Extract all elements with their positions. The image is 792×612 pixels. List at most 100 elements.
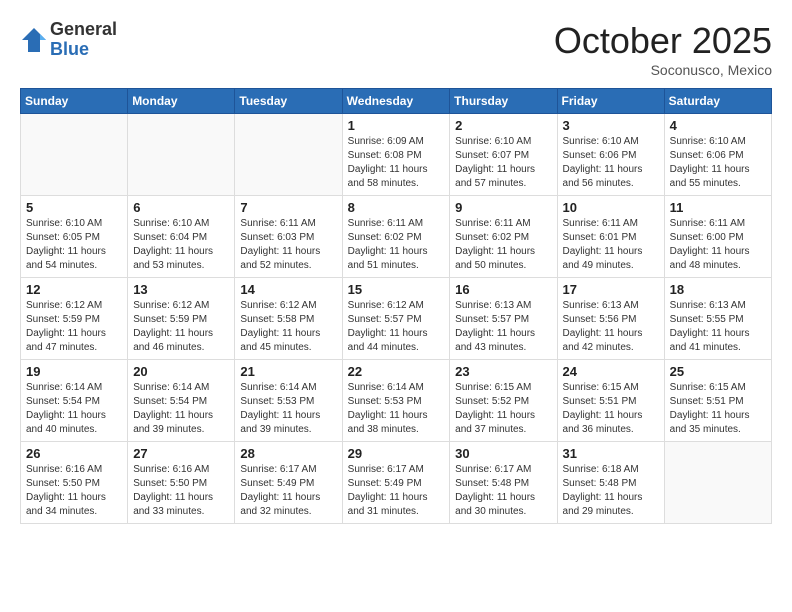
day-number: 1 [348,118,445,133]
day-info: Sunrise: 6:09 AM Sunset: 6:08 PM Dayligh… [348,135,445,191]
calendar-cell: 17 Sunrise: 6:13 AM Sunset: 5:56 PM Dayli… [557,278,664,360]
day-number: 10 [563,200,659,215]
day-info: Sunrise: 6:11 AM Sunset: 6:01 PM Dayligh… [563,217,659,273]
day-number: 9 [455,200,551,215]
day-info: Sunrise: 6:11 AM Sunset: 6:02 PM Dayligh… [455,217,551,273]
day-number: 23 [455,364,551,379]
day-info: Sunrise: 6:10 AM Sunset: 6:04 PM Dayligh… [133,217,229,273]
day-number: 12 [26,282,122,297]
calendar-week-row: 26Sunrise: 6:16 AM Sunset: 5:50 PM Dayli… [21,442,772,524]
day-number: 21 [240,364,336,379]
day-info: Sunrise: 6:10 AM Sunset: 6:07 PM Dayligh… [455,135,551,191]
day-number: 8 [348,200,445,215]
day-number: 6 [133,200,229,215]
day-info: Sunrise: 6:13 AM Sunset: 5:56 PM Dayligh… [563,299,659,355]
calendar-cell [235,114,342,196]
calendar-cell: 1 Sunrise: 6:09 AM Sunset: 6:08 PM Daylig… [342,114,450,196]
day-info: Sunrise: 6:14 AM Sunset: 5:54 PM Dayligh… [26,381,122,437]
weekday-header-friday: Friday [557,89,664,114]
day-info: Sunrise: 6:15 AM Sunset: 5:51 PM Dayligh… [563,381,659,437]
calendar-cell: 4 Sunrise: 6:10 AM Sunset: 6:06 PM Daylig… [664,114,771,196]
calendar-week-row: 12 Sunrise: 6:12 AM Sunset: 5:59 PM Dayli… [21,278,772,360]
day-info: Sunrise: 6:17 AM Sunset: 5:48 PM Dayligh… [455,463,551,519]
day-number: 17 [563,282,659,297]
day-info: Sunrise: 6:14 AM Sunset: 5:53 PM Dayligh… [240,381,336,437]
day-number: 29 [348,446,445,461]
calendar-cell: 24 Sunrise: 6:15 AM Sunset: 5:51 PM Dayli… [557,360,664,442]
logo: General Blue [20,20,117,60]
weekday-header-sunday: Sunday [21,89,128,114]
day-number: 5 [26,200,122,215]
weekday-header-wednesday: Wednesday [342,89,450,114]
day-number: 4 [670,118,766,133]
day-number: 28 [240,446,336,461]
day-number: 27 [133,446,229,461]
day-info: Sunrise: 6:17 AM Sunset: 5:49 PM Dayligh… [348,463,445,519]
day-number: 25 [670,364,766,379]
day-info: Sunrise: 6:16 AM Sunset: 5:50 PM Dayligh… [133,463,229,519]
day-number: 7 [240,200,336,215]
day-number: 13 [133,282,229,297]
calendar-cell: 20 Sunrise: 6:14 AM Sunset: 5:54 PM Dayli… [128,360,235,442]
day-info: Sunrise: 6:17 AM Sunset: 5:49 PM Dayligh… [240,463,336,519]
day-info: Sunrise: 6:18 AM Sunset: 5:48 PM Dayligh… [563,463,659,519]
calendar-cell: 9 Sunrise: 6:11 AM Sunset: 6:02 PM Daylig… [450,196,557,278]
day-number: 24 [563,364,659,379]
calendar-cell: 15 Sunrise: 6:12 AM Sunset: 5:57 PM Dayli… [342,278,450,360]
logo-blue-text: Blue [50,40,117,60]
calendar-cell: 8 Sunrise: 6:11 AM Sunset: 6:02 PM Daylig… [342,196,450,278]
day-info: Sunrise: 6:12 AM Sunset: 5:57 PM Dayligh… [348,299,445,355]
day-number: 18 [670,282,766,297]
logo-general-text: General [50,20,117,40]
calendar-cell: 23 Sunrise: 6:15 AM Sunset: 5:52 PM Dayli… [450,360,557,442]
title-block: October 2025 Soconusco, Mexico [554,20,772,78]
day-number: 31 [563,446,659,461]
day-number: 15 [348,282,445,297]
day-info: Sunrise: 6:13 AM Sunset: 5:55 PM Dayligh… [670,299,766,355]
day-number: 20 [133,364,229,379]
day-info: Sunrise: 6:15 AM Sunset: 5:51 PM Dayligh… [670,381,766,437]
calendar-cell: 21 Sunrise: 6:14 AM Sunset: 5:53 PM Dayli… [235,360,342,442]
calendar-cell: 6 Sunrise: 6:10 AM Sunset: 6:04 PM Daylig… [128,196,235,278]
day-info: Sunrise: 6:10 AM Sunset: 6:06 PM Dayligh… [563,135,659,191]
day-number: 30 [455,446,551,461]
calendar-cell: 7 Sunrise: 6:11 AM Sunset: 6:03 PM Daylig… [235,196,342,278]
day-info: Sunrise: 6:10 AM Sunset: 6:06 PM Dayligh… [670,135,766,191]
calendar-cell: 5 Sunrise: 6:10 AM Sunset: 6:05 PM Daylig… [21,196,128,278]
weekday-header-monday: Monday [128,89,235,114]
weekday-header-tuesday: Tuesday [235,89,342,114]
calendar-cell: 16 Sunrise: 6:13 AM Sunset: 5:57 PM Dayli… [450,278,557,360]
calendar-week-row: 5 Sunrise: 6:10 AM Sunset: 6:05 PM Daylig… [21,196,772,278]
calendar-cell: 31 Sunrise: 6:18 AM Sunset: 5:48 PM Dayli… [557,442,664,524]
calendar-cell: 3Sunrise: 6:10 AM Sunset: 6:06 PM Daylig… [557,114,664,196]
calendar: SundayMondayTuesdayWednesdayThursdayFrid… [20,88,772,524]
calendar-cell: 25 Sunrise: 6:15 AM Sunset: 5:51 PM Dayli… [664,360,771,442]
page: General Blue October 2025 Soconusco, Mex… [0,0,792,612]
calendar-cell: 26Sunrise: 6:16 AM Sunset: 5:50 PM Dayli… [21,442,128,524]
day-number: 22 [348,364,445,379]
calendar-week-row: 1 Sunrise: 6:09 AM Sunset: 6:08 PM Daylig… [21,114,772,196]
day-info: Sunrise: 6:16 AM Sunset: 5:50 PM Dayligh… [26,463,122,519]
weekday-header-row: SundayMondayTuesdayWednesdayThursdayFrid… [21,89,772,114]
day-info: Sunrise: 6:11 AM Sunset: 6:03 PM Dayligh… [240,217,336,273]
day-info: Sunrise: 6:15 AM Sunset: 5:52 PM Dayligh… [455,381,551,437]
day-info: Sunrise: 6:14 AM Sunset: 5:53 PM Dayligh… [348,381,445,437]
weekday-header-thursday: Thursday [450,89,557,114]
calendar-cell: 29 Sunrise: 6:17 AM Sunset: 5:49 PM Dayli… [342,442,450,524]
day-number: 16 [455,282,551,297]
day-number: 2 [455,118,551,133]
day-info: Sunrise: 6:11 AM Sunset: 6:02 PM Dayligh… [348,217,445,273]
day-info: Sunrise: 6:13 AM Sunset: 5:57 PM Dayligh… [455,299,551,355]
calendar-cell: 12Sunrise: 6:12 AM Sunset: 5:59 PM Dayli… [21,278,128,360]
calendar-cell: 11Sunrise: 6:11 AM Sunset: 6:00 PM Dayli… [664,196,771,278]
logo-text: General Blue [50,20,117,60]
calendar-cell [21,114,128,196]
calendar-cell: 27 Sunrise: 6:16 AM Sunset: 5:50 PM Dayli… [128,442,235,524]
day-number: 14 [240,282,336,297]
day-info: Sunrise: 6:10 AM Sunset: 6:05 PM Dayligh… [26,217,122,273]
calendar-cell: 19Sunrise: 6:14 AM Sunset: 5:54 PM Dayli… [21,360,128,442]
day-info: Sunrise: 6:14 AM Sunset: 5:54 PM Dayligh… [133,381,229,437]
calendar-cell: 18 Sunrise: 6:13 AM Sunset: 5:55 PM Dayli… [664,278,771,360]
calendar-cell: 30 Sunrise: 6:17 AM Sunset: 5:48 PM Dayli… [450,442,557,524]
day-info: Sunrise: 6:12 AM Sunset: 5:59 PM Dayligh… [133,299,229,355]
